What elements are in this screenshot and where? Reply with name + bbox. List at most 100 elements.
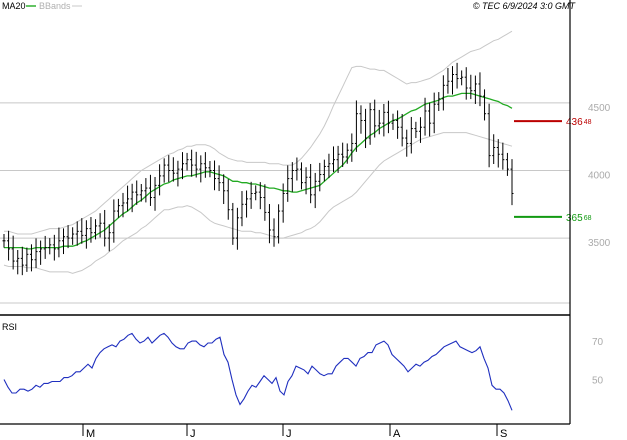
price-bar bbox=[203, 152, 207, 178]
price-bar bbox=[185, 152, 189, 171]
rsi-path bbox=[3, 332, 513, 411]
ma20-legend-label: MA20 bbox=[2, 1, 26, 11]
bollinger-bands bbox=[3, 30, 513, 274]
price-bar bbox=[409, 116, 413, 154]
price-bar bbox=[501, 142, 505, 170]
price-bar bbox=[432, 92, 436, 134]
rsi-tick-label: 70 bbox=[592, 337, 604, 348]
price-bar bbox=[180, 152, 184, 180]
x-tick-label: S bbox=[500, 428, 507, 440]
price-bar bbox=[332, 146, 336, 173]
price-bar bbox=[144, 178, 148, 203]
price-bar bbox=[249, 181, 253, 209]
price-bar bbox=[309, 164, 313, 204]
price-bar bbox=[80, 218, 84, 244]
price-bar bbox=[496, 139, 500, 168]
price-bar bbox=[272, 218, 276, 247]
price-bar bbox=[428, 102, 432, 137]
price-bar bbox=[469, 74, 473, 100]
price-bar bbox=[171, 157, 175, 182]
price-bar bbox=[354, 100, 358, 152]
price-bar bbox=[510, 159, 514, 206]
price-bar bbox=[7, 230, 11, 261]
price-bar bbox=[473, 75, 477, 104]
price-bar bbox=[405, 129, 409, 157]
price-bar bbox=[254, 185, 258, 201]
price-bar bbox=[441, 75, 445, 111]
price-bar bbox=[208, 161, 212, 178]
x-tick-label: M bbox=[86, 428, 95, 440]
x-axis: MJJAS bbox=[82, 424, 507, 440]
price-bar bbox=[368, 102, 372, 145]
price-bar bbox=[2, 234, 6, 248]
rsi-tick-label: 50 bbox=[592, 376, 604, 387]
price-bar bbox=[240, 191, 244, 227]
price-bar bbox=[11, 235, 15, 270]
price-bar bbox=[318, 162, 322, 192]
price-bar bbox=[235, 207, 239, 250]
bband-upper-line bbox=[4, 30, 513, 235]
price-bar bbox=[460, 70, 464, 86]
price-bar bbox=[483, 89, 487, 121]
x-tick-label: J bbox=[286, 428, 292, 440]
bbands-legend-label: BBands bbox=[39, 1, 71, 11]
rsi-axis: 70 50 bbox=[592, 337, 604, 386]
price-bar bbox=[61, 228, 65, 255]
price-bar bbox=[437, 92, 441, 111]
price-bar bbox=[446, 68, 450, 94]
price-bar bbox=[396, 110, 400, 139]
price-bar bbox=[16, 249, 20, 275]
price-tick-label: 4000 bbox=[588, 170, 611, 181]
price-bar bbox=[190, 149, 194, 177]
price-bar bbox=[75, 221, 79, 246]
price-bar bbox=[148, 174, 152, 206]
price-bar bbox=[455, 62, 459, 89]
price-bar bbox=[281, 183, 285, 223]
price-bar bbox=[34, 238, 38, 269]
price-bar bbox=[414, 121, 418, 139]
price-bar bbox=[226, 179, 230, 220]
price-bar bbox=[222, 174, 226, 205]
price-gridlines bbox=[0, 102, 570, 304]
price-bar bbox=[66, 225, 70, 249]
rsi-panel-title: RSI bbox=[2, 322, 17, 332]
source-label: © TEC 6/9/2024 3:0 GMT bbox=[473, 1, 577, 11]
price-bar bbox=[57, 227, 61, 258]
price-bar bbox=[84, 220, 88, 249]
price-bar bbox=[116, 198, 120, 218]
price-bar bbox=[213, 160, 217, 191]
price-tick-label: 3500 bbox=[588, 238, 611, 249]
price-bar bbox=[48, 238, 52, 255]
rsi-line bbox=[3, 332, 513, 411]
chart-canvas: MA20 BBands © TEC 6/9/2024 3:0 GMT 43648… bbox=[0, 0, 611, 440]
price-bar bbox=[350, 133, 354, 162]
price-bar bbox=[377, 109, 381, 135]
price-bar bbox=[382, 103, 386, 137]
price-bar bbox=[71, 227, 75, 245]
price-tick-label: 4500 bbox=[588, 103, 611, 114]
price-bar bbox=[451, 66, 455, 95]
price-bar bbox=[290, 162, 294, 192]
price-bar bbox=[245, 190, 249, 218]
price-bar bbox=[505, 152, 509, 176]
price-bar bbox=[464, 67, 468, 100]
price-bar bbox=[167, 155, 171, 183]
price-bar bbox=[135, 180, 139, 205]
price-bar bbox=[492, 134, 496, 165]
price-bar bbox=[327, 153, 331, 179]
price-bar bbox=[153, 176, 157, 211]
price-bar bbox=[400, 113, 404, 147]
price-bar bbox=[359, 105, 363, 134]
price-bar bbox=[20, 246, 24, 276]
price-bar bbox=[217, 165, 221, 192]
price-bar bbox=[126, 185, 130, 212]
price-bar bbox=[267, 204, 271, 244]
price-bar bbox=[158, 164, 162, 196]
price-bar bbox=[299, 162, 303, 190]
price-bar bbox=[263, 184, 267, 221]
price-bar bbox=[313, 172, 317, 209]
x-tick-label: A bbox=[393, 428, 401, 440]
price-bar bbox=[386, 100, 390, 134]
ma20-line bbox=[4, 92, 513, 250]
price-bar bbox=[176, 160, 180, 187]
